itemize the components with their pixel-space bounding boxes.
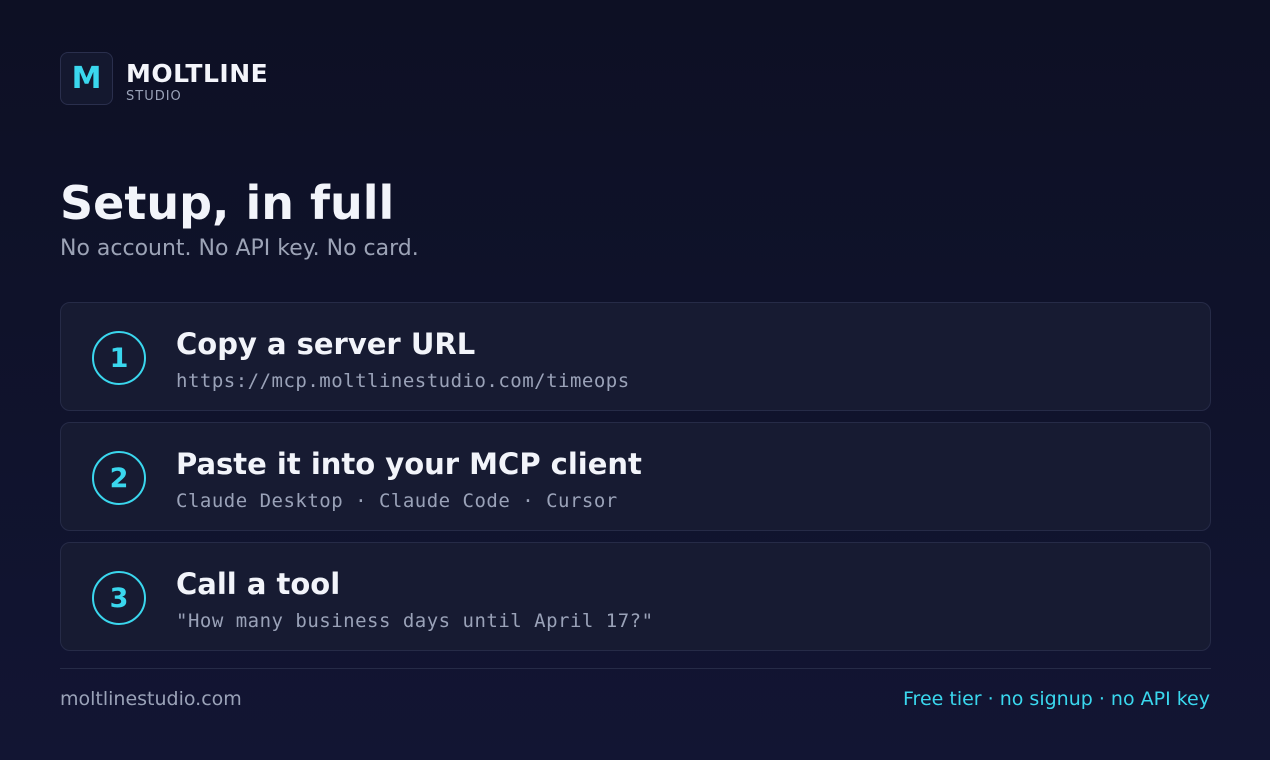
step-number-badge: 1 xyxy=(92,331,146,385)
step-number-badge: 3 xyxy=(92,571,146,625)
step-number-badge: 2 xyxy=(92,451,146,505)
client-list: Claude Desktop · Claude Code · Cursor xyxy=(176,490,618,512)
footer-site-link[interactable]: moltlinestudio.com xyxy=(60,688,242,710)
step-card-2: 2 Paste it into your MCP client Claude D… xyxy=(60,422,1211,531)
logo-letter: M xyxy=(71,61,102,96)
step-title: Copy a server URL xyxy=(176,327,476,361)
brand-text: MOLTLINE STUDIO xyxy=(126,61,268,103)
step-card-3: 3 Call a tool "How many business days un… xyxy=(60,542,1211,651)
step-card-1: 1 Copy a server URL https://mcp.moltline… xyxy=(60,302,1211,411)
brand-name: MOLTLINE xyxy=(126,58,269,88)
page-title: Setup, in full xyxy=(60,176,395,230)
footer-divider xyxy=(60,668,1211,669)
logo-icon: M xyxy=(60,52,113,105)
brand: M MOLTLINE STUDIO xyxy=(60,52,268,105)
footer-tagline: Free tier · no signup · no API key xyxy=(903,688,1210,710)
example-prompt: "How many business days until April 17?" xyxy=(176,610,654,632)
brand-sub: STUDIO xyxy=(126,88,182,104)
steps-list: 1 Copy a server URL https://mcp.moltline… xyxy=(60,302,1211,662)
step-title: Paste it into your MCP client xyxy=(176,447,642,481)
page-subtitle: No account. No API key. No card. xyxy=(60,236,419,261)
server-url[interactable]: https://mcp.moltlinestudio.com/timeops xyxy=(176,370,630,392)
step-title: Call a tool xyxy=(176,567,341,601)
